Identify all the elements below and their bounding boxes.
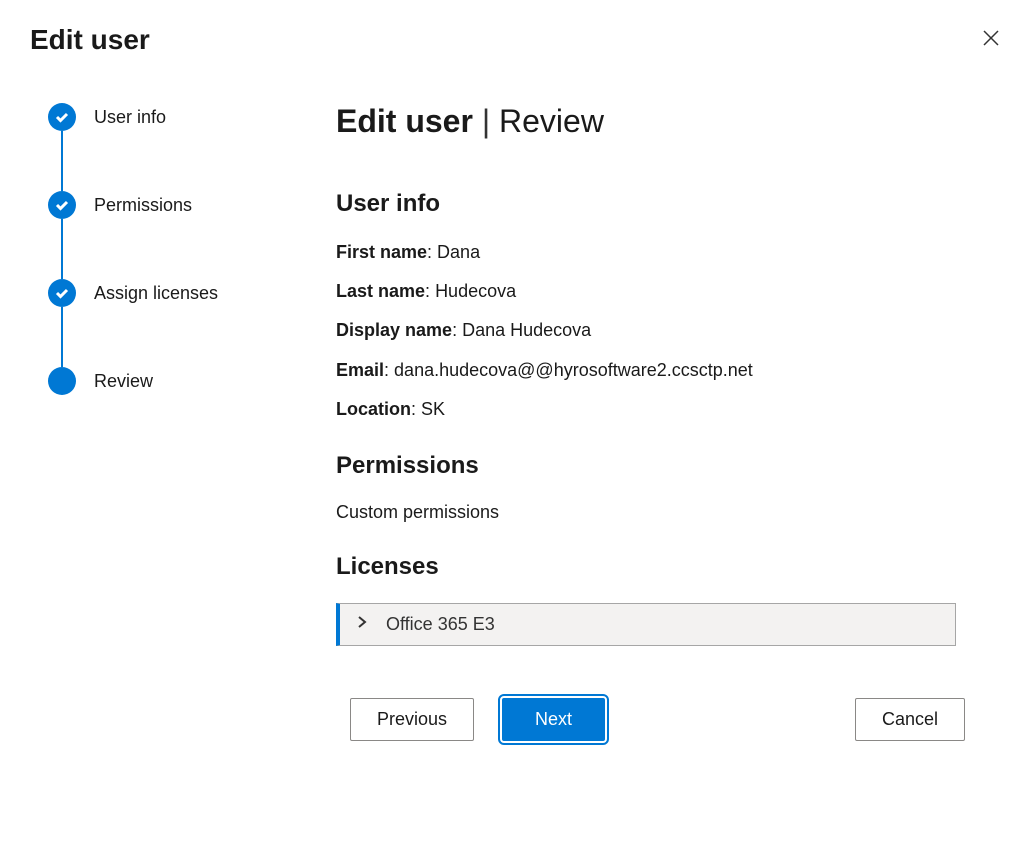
dialog-title: Edit user — [30, 24, 150, 56]
step-label: Permissions — [94, 195, 192, 216]
page-title: Edit user | Review — [336, 103, 1005, 140]
step-user-info[interactable]: User info — [48, 103, 330, 191]
checkmark-icon — [48, 103, 76, 131]
colon: : — [411, 399, 421, 419]
license-label: Office 365 E3 — [386, 614, 495, 635]
cancel-button[interactable]: Cancel — [855, 698, 965, 741]
checkmark-icon — [48, 279, 76, 307]
page-title-sub: Review — [499, 103, 604, 139]
license-item[interactable]: Office 365 E3 — [336, 603, 956, 646]
close-button[interactable] — [977, 24, 1005, 57]
step-label: User info — [94, 107, 166, 128]
page-title-main: Edit user — [336, 103, 473, 139]
step-connector — [61, 131, 63, 191]
close-icon — [981, 35, 1001, 52]
field-value: Hudecova — [435, 281, 516, 301]
section-licenses: Licenses Office 365 E3 — [336, 553, 1005, 646]
checkmark-icon — [48, 191, 76, 219]
field-value: SK — [421, 399, 445, 419]
field-first-name: First name: Dana — [336, 240, 1005, 265]
section-heading-permissions: Permissions — [336, 452, 1005, 480]
field-value: dana.hudecova@@hyrosoftware2.ccsctp.net — [394, 360, 753, 380]
colon: : — [427, 242, 437, 262]
field-last-name: Last name: Hudecova — [336, 279, 1005, 304]
wizard-stepper: User info Permissions Assign licenses Re… — [30, 67, 330, 741]
step-assign-licenses[interactable]: Assign licenses — [48, 279, 330, 367]
field-label: Display name — [336, 320, 452, 340]
section-user-info: User info First name: Dana Last name: Hu… — [336, 190, 1005, 422]
field-label: Last name — [336, 281, 425, 301]
colon: : — [425, 281, 435, 301]
field-email: Email: dana.hudecova@@hyrosoftware2.ccsc… — [336, 358, 1005, 383]
step-permissions[interactable]: Permissions — [48, 191, 330, 279]
permissions-value: Custom permissions — [336, 502, 1005, 523]
step-label: Assign licenses — [94, 283, 218, 304]
step-connector — [61, 307, 63, 367]
previous-button[interactable]: Previous — [350, 698, 474, 741]
step-connector — [61, 219, 63, 279]
colon: : — [384, 360, 394, 380]
field-location: Location: SK — [336, 397, 1005, 422]
field-value: Dana Hudecova — [462, 320, 591, 340]
colon: : — [452, 320, 462, 340]
dialog-header: Edit user — [0, 0, 1035, 67]
main-content: Edit user | Review User info First name:… — [330, 67, 1005, 741]
field-display-name: Display name: Dana Hudecova — [336, 318, 1005, 343]
field-value: Dana — [437, 242, 480, 262]
field-label: First name — [336, 242, 427, 262]
next-button[interactable]: Next — [502, 698, 605, 741]
step-review[interactable]: Review — [48, 367, 330, 395]
wizard-footer: Previous Next Cancel — [336, 698, 1005, 741]
field-label: Location — [336, 399, 411, 419]
section-heading-user-info: User info — [336, 190, 1005, 218]
section-permissions: Permissions Custom permissions — [336, 452, 1005, 523]
step-label: Review — [94, 371, 153, 392]
title-separator: | — [482, 103, 499, 139]
chevron-right-icon — [354, 614, 386, 635]
current-step-icon — [48, 367, 76, 395]
section-heading-licenses: Licenses — [336, 553, 1005, 581]
field-label: Email — [336, 360, 384, 380]
